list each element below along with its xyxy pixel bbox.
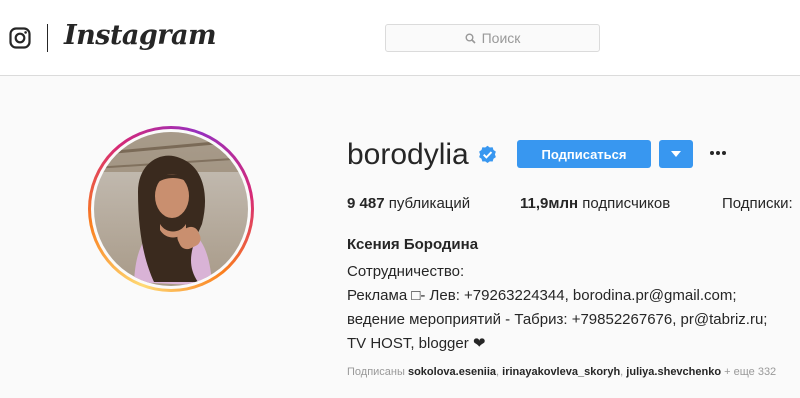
followed-by[interactable]: Подписаны sokolova.eseniia, irinayakovle… [347,366,776,378]
suggestions-dropdown-button[interactable] [659,140,693,168]
search-input[interactable]: Поиск [385,24,600,52]
bio-line: ведение мероприятий - Табриз: +798522676… [347,311,768,328]
stat-posts-value: 9 487 [347,195,385,212]
verified-badge-icon [479,145,496,164]
search-icon [465,33,476,44]
search-placeholder: Поиск [481,30,521,46]
followed-by-user[interactable]: juliya.shevchenko [626,366,721,378]
top-nav: Instagram Поиск [0,0,800,76]
profile-username: borodylia [347,138,469,171]
stat-posts: 9 487 публикаций [347,195,470,212]
stat-posts-label: публикаций [388,195,471,212]
stat-following-label: Подписки: [722,195,793,212]
more-options-icon[interactable] [709,150,727,156]
bio-line: Реклама □- Лев: +79263224344, borodina.p… [347,287,737,304]
profile-bio: Сотрудничество: Реклама □- Лев: +7926322… [347,260,767,356]
followed-by-prefix: Подписаны [347,366,405,378]
logo-divider [47,24,48,52]
stat-following[interactable]: Подписки: [722,195,793,212]
follow-button[interactable]: Подписаться [517,140,651,168]
followed-by-more[interactable]: + еще 332 [724,366,776,378]
stat-followers[interactable]: 11,9млн подписчиков [520,195,670,212]
stat-followers-value: 11,9млн [520,195,579,212]
avatar-photo [94,132,248,286]
chevron-down-icon [671,151,681,157]
bio-line: Сотрудничество: [347,263,465,280]
profile-full-name: Ксения Бородина [347,236,479,253]
instagram-logo-icon[interactable] [9,27,31,49]
instagram-wordmark[interactable]: Instagram [64,20,217,51]
followed-by-user[interactable]: sokolova.eseniia [408,366,496,378]
bio-line: TV HOST, blogger ❤ [347,335,486,352]
avatar[interactable] [88,126,254,292]
followed-by-user[interactable]: irinayakovleva_skoryh [502,366,620,378]
stat-followers-label: подписчиков [582,195,671,212]
